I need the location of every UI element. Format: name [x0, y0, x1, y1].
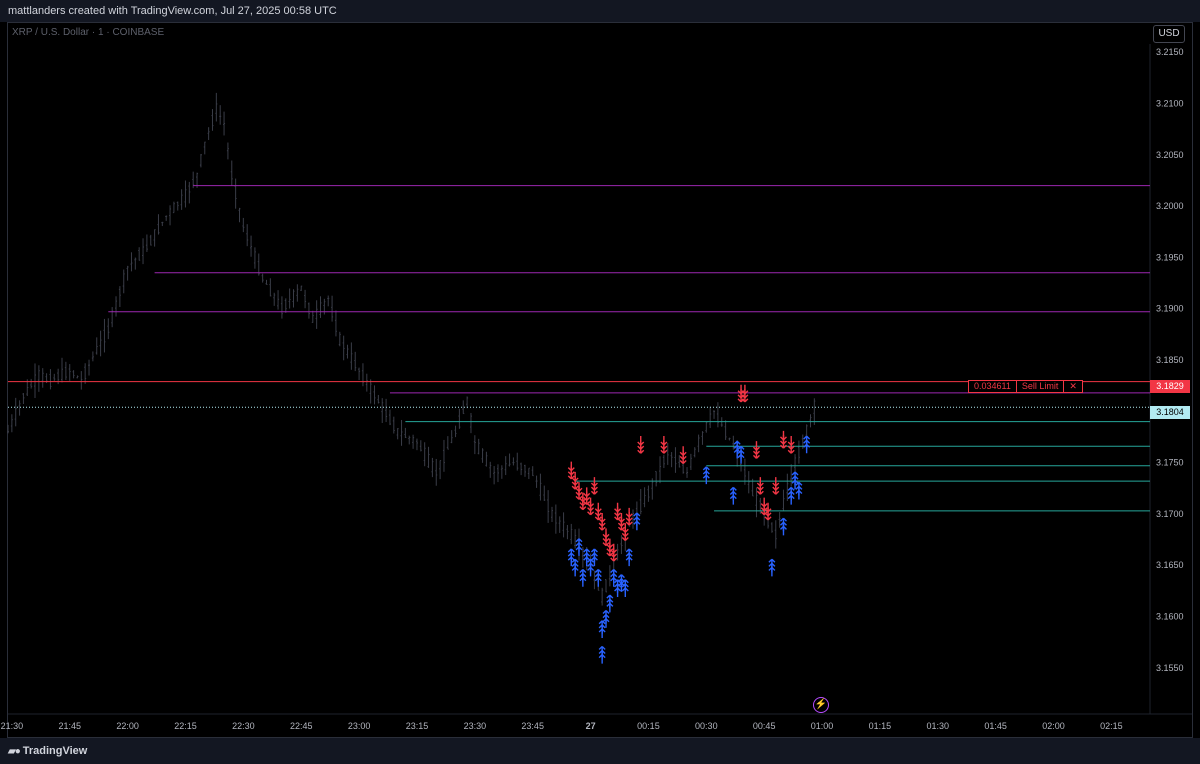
x-tick-label: 01:15: [869, 721, 892, 731]
sell-arrow-icon: [567, 461, 575, 472]
sell-arrow-icon: [637, 436, 645, 446]
buy-arrow-icon: [803, 443, 811, 454]
buy-arrow-icon: [729, 495, 737, 505]
x-tick-label: 02:15: [1100, 721, 1123, 731]
sell-arrow-icon: [583, 487, 591, 497]
y-tick-label: 3.2000: [1156, 201, 1184, 211]
order-type-label[interactable]: Sell Limit: [1015, 381, 1064, 392]
y-tick-label: 3.2050: [1156, 150, 1184, 160]
sell-arrow-icon: [741, 384, 749, 395]
buy-arrow-icon: [571, 566, 579, 577]
tradingview-brand[interactable]: ▰● TradingView: [8, 745, 87, 757]
x-tick-label: 22:00: [116, 721, 139, 731]
y-tick-label: 3.1700: [1156, 509, 1184, 519]
buy-arrow-icon: [614, 587, 622, 597]
symbol-legend[interactable]: XRP / U.S. Dollar · 1 · COINBASE: [12, 27, 164, 38]
buy-arrow-icon: [625, 556, 633, 567]
x-tick-label: 27: [586, 721, 596, 731]
symbol-name: XRP: [12, 27, 33, 38]
symbol-quote: U.S. Dollar: [40, 27, 90, 38]
sell-arrow-icon: [760, 497, 768, 508]
sell-arrow-icon: [625, 507, 633, 518]
x-tick-label: 01:45: [984, 721, 1007, 731]
buy-arrow-icon: [779, 525, 787, 536]
sell-arrow-icon: [679, 446, 687, 456]
x-tick-label: 23:30: [464, 721, 487, 731]
buy-arrow-icon: [598, 628, 606, 638]
buy-arrow-icon: [575, 546, 583, 556]
buy-arrow-icon: [787, 495, 795, 505]
x-tick-label: 23:00: [348, 721, 371, 731]
sell-arrow-icon: [779, 430, 787, 441]
x-tick-label: 02:00: [1042, 721, 1065, 731]
y-tick-label: 3.1650: [1156, 560, 1184, 570]
currency-button[interactable]: USD: [1153, 25, 1185, 43]
symbol-dot: ·: [89, 27, 98, 38]
y-tick-label: 3.1850: [1156, 355, 1184, 365]
buy-arrow-icon: [598, 654, 606, 664]
lightning-icon[interactable]: ⚡: [813, 697, 829, 713]
buy-arrow-icon: [579, 577, 587, 587]
y-tick-label: 3.2150: [1156, 47, 1184, 57]
sell-arrow-icon: [752, 441, 760, 451]
last-price-label: 3.1804: [1150, 406, 1190, 419]
buy-arrow-icon: [768, 566, 776, 577]
y-tick-label: 3.1550: [1156, 663, 1184, 673]
symbol-exchange: COINBASE: [112, 27, 165, 38]
sell-arrow-icon: [787, 436, 795, 446]
x-tick-label: 00:45: [753, 721, 776, 731]
sell-arrow-icon: [594, 502, 602, 513]
x-tick-label: 21:30: [1, 721, 24, 731]
x-tick-label: 22:45: [290, 721, 313, 731]
buy-arrow-icon: [737, 454, 745, 464]
x-tick-label: 00:30: [695, 721, 718, 731]
y-tick-label: 3.1750: [1156, 458, 1184, 468]
tradingview-logo-icon: ▰●: [8, 746, 21, 757]
x-tick-label: 00:15: [637, 721, 660, 731]
y-tick-label: 3.2100: [1156, 99, 1184, 109]
brand-name: TradingView: [22, 745, 88, 757]
buy-arrow-icon: [621, 587, 629, 597]
buy-arrow-icon: [633, 520, 641, 531]
x-tick-label: 01:30: [927, 721, 950, 731]
order-cancel-icon[interactable]: ✕: [1063, 381, 1082, 392]
buy-arrow-icon: [795, 489, 803, 500]
buy-arrow-icon: [594, 577, 602, 587]
bottom-bar: [0, 738, 1200, 764]
buy-arrow-icon: [587, 566, 595, 577]
x-tick-label: 21:45: [58, 721, 81, 731]
buy-arrow-icon: [606, 602, 614, 613]
sell-arrow-icon: [660, 436, 668, 446]
x-tick-label: 22:15: [174, 721, 197, 731]
sell-arrow-icon: [614, 502, 622, 513]
sell-limit-order[interactable]: 0.034611 Sell Limit ✕: [968, 380, 1083, 393]
x-tick-label: 23:45: [521, 721, 544, 731]
symbol-separator: /: [32, 27, 41, 38]
x-tick-label: 23:15: [406, 721, 429, 731]
x-tick-label: 01:00: [811, 721, 834, 731]
y-tick-label: 3.1950: [1156, 252, 1184, 262]
y-tick-label: 3.1900: [1156, 304, 1184, 314]
sell-arrow-icon: [602, 528, 610, 538]
y-tick-label: 3.1600: [1156, 612, 1184, 622]
buy-arrow-icon: [702, 474, 710, 485]
x-tick-label: 22:30: [232, 721, 255, 731]
sell-limit-price-label: 3.1829: [1150, 380, 1190, 393]
order-quantity[interactable]: 0.034611: [969, 381, 1016, 392]
